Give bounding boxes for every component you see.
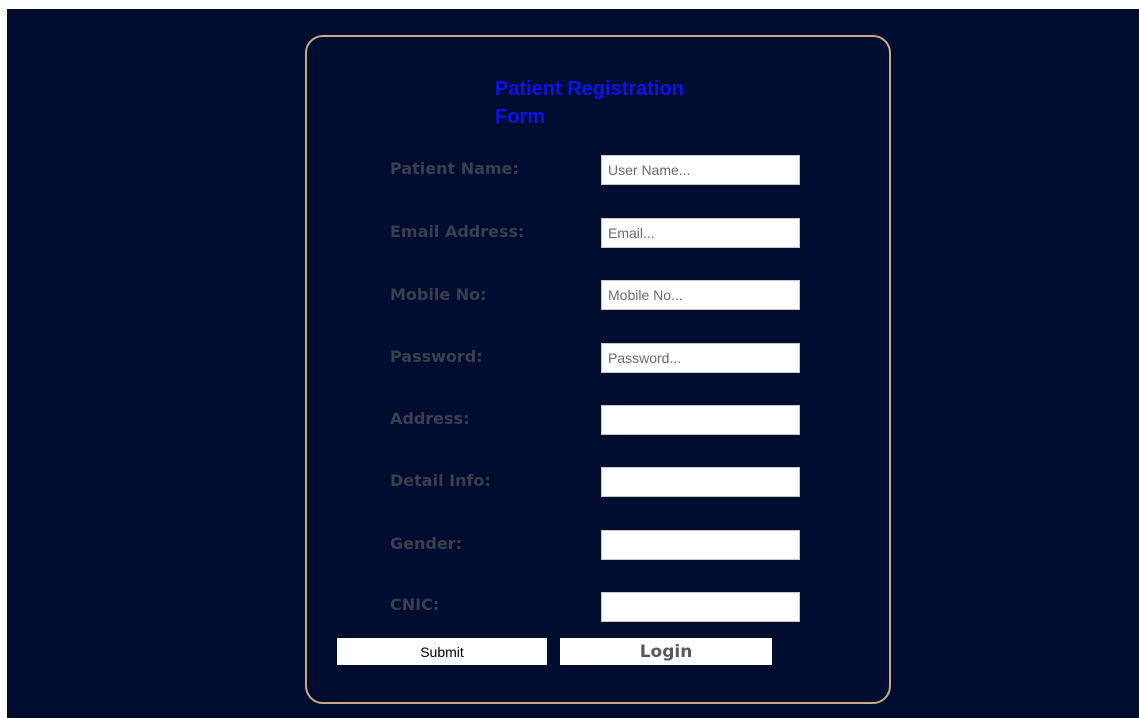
address-input[interactable] [601,405,800,435]
cnic-label: CNIC: [390,595,440,614]
email-address-label: Email Address: [390,222,525,241]
cnic-input[interactable] [601,592,800,622]
address-label: Address: [390,409,470,428]
password-input[interactable] [601,343,800,373]
gender-input[interactable] [601,530,800,560]
mobile-no-input[interactable] [601,280,800,310]
registration-form: Patient Registration Form Patient Name: … [305,35,891,704]
detail-info-label: Detail Info: [390,471,491,490]
form-title: Patient Registration Form [495,78,684,128]
submit-button[interactable]: Submit [337,638,547,665]
email-address-input[interactable] [601,218,800,248]
mobile-no-label: Mobile No: [390,285,487,304]
gender-label: Gender: [390,534,462,553]
detail-info-input[interactable] [601,467,800,497]
patient-name-label: Patient Name: [390,159,519,178]
login-button[interactable]: Login [560,638,772,665]
patient-name-input[interactable] [601,155,800,185]
page-background: Patient Registration Form Patient Name: … [7,9,1139,718]
password-label: Password: [390,347,483,366]
